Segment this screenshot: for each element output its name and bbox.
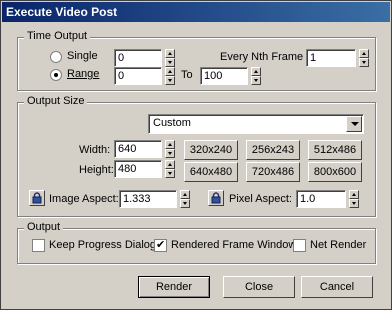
lock-icon	[211, 192, 221, 204]
nth-frame-label: Every Nth Frame	[220, 51, 304, 63]
keep-progress-label: Keep Progress Dialog	[49, 239, 157, 251]
single-radio[interactable]	[50, 51, 62, 63]
range-from-spinner[interactable]	[165, 67, 175, 85]
chevron-down-icon[interactable]	[346, 116, 362, 132]
image-aspect-spinner[interactable]	[180, 190, 190, 208]
range-from-input[interactable]: 0	[114, 67, 162, 85]
single-label: Single	[67, 50, 98, 62]
lock-icon	[32, 192, 42, 204]
render-button[interactable]: Render	[138, 276, 210, 298]
pixel-aspect-label: Pixel Aspect:	[229, 193, 292, 205]
image-aspect-lock-button[interactable]	[29, 190, 45, 206]
rendered-frame-checkbox[interactable]	[154, 238, 167, 252]
height-input[interactable]: 480	[114, 160, 162, 178]
net-render-label: Net Render	[310, 239, 367, 251]
range-label: Range	[67, 68, 100, 80]
nth-frame-input[interactable]: 1	[306, 49, 356, 67]
preset-value: Custom	[153, 117, 191, 129]
keep-progress-checkbox[interactable]	[32, 239, 45, 252]
image-aspect-input[interactable]: 1.333	[119, 190, 177, 208]
height-spinner[interactable]	[165, 160, 175, 178]
pixel-aspect-spinner[interactable]	[349, 190, 359, 208]
close-button[interactable]: Close	[223, 276, 295, 298]
to-label: To	[181, 69, 193, 81]
height-label: Height:	[79, 164, 114, 176]
cancel-button[interactable]: Cancel	[301, 276, 373, 298]
width-spinner[interactable]	[165, 140, 175, 158]
image-aspect-label: Image Aspect:	[49, 193, 119, 205]
range-to-spinner[interactable]	[251, 67, 261, 85]
pixel-aspect-input[interactable]: 1.0	[296, 190, 346, 208]
preset-256x243-button[interactable]: 256x243	[246, 140, 300, 160]
preset-720x486-button[interactable]: 720x486	[246, 162, 300, 182]
nth-frame-spinner[interactable]	[359, 49, 369, 67]
preset-640x480-button[interactable]: 640x480	[184, 162, 238, 182]
width-input[interactable]: 640	[114, 140, 162, 158]
preset-512x486-button[interactable]: 512x486	[308, 140, 362, 160]
single-frame-spinner[interactable]	[165, 49, 175, 67]
pixel-aspect-lock-button[interactable]	[208, 190, 224, 206]
title-bar: Execute Video Post	[2, 2, 390, 22]
output-size-label: Output Size	[24, 95, 88, 107]
range-radio[interactable]	[50, 69, 62, 81]
range-to-input[interactable]: 100	[200, 67, 248, 85]
preset-800x600-button[interactable]: 800x600	[308, 162, 362, 182]
net-render-checkbox[interactable]	[293, 239, 306, 252]
rendered-frame-label: Rendered Frame Window	[171, 239, 297, 251]
execute-video-post-dialog: Execute Video Post Time Output Single 0 …	[0, 0, 392, 310]
width-label: Width:	[79, 144, 111, 156]
single-frame-input[interactable]: 0	[114, 49, 162, 67]
preset-320x240-button[interactable]: 320x240	[184, 140, 238, 160]
output-label: Output	[24, 221, 64, 233]
output-size-preset-dropdown[interactable]: Custom	[148, 114, 364, 134]
time-output-label: Time Output	[24, 30, 91, 42]
